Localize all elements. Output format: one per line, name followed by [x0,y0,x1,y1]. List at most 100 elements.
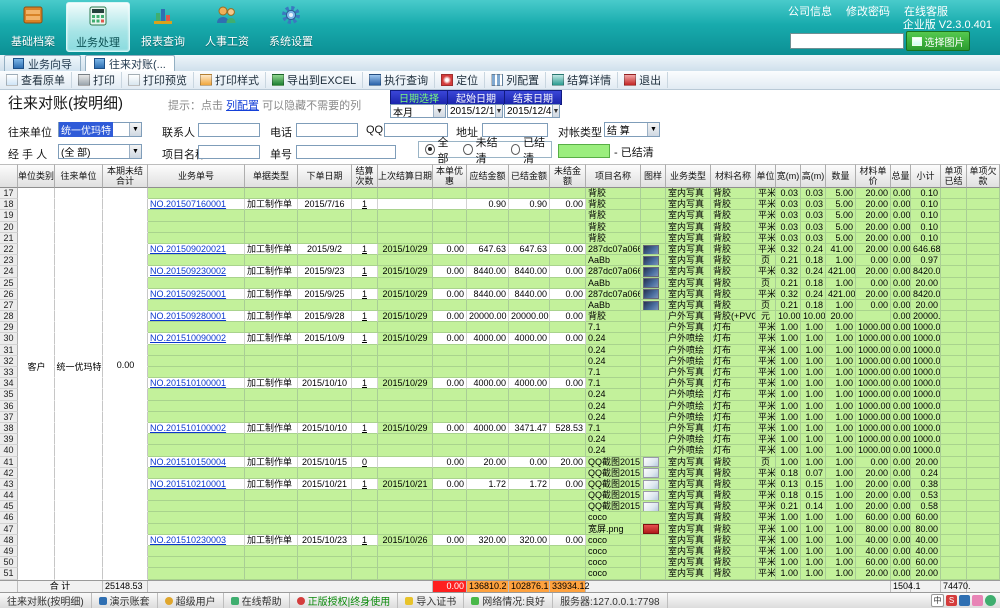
column-header-17[interactable]: 单位 [756,164,776,188]
keyboard-icon[interactable] [959,595,970,606]
cell-order[interactable]: NO.201509250001 [148,289,245,300]
phone-input[interactable] [296,123,358,137]
column-header-21[interactable]: 材料单价 [856,164,891,188]
chevron-down-icon[interactable]: ▼ [129,145,141,158]
chevron-down-icon[interactable]: ▼ [129,123,141,136]
status-online-help[interactable]: 在线帮助 [224,593,290,608]
cell-po [967,512,1000,523]
column-header-8[interactable]: 上次结算日期 [378,164,433,188]
nav-hr-payroll[interactable]: 人事工资 [196,2,258,50]
cell-order[interactable]: NO.201510100002 [148,423,245,434]
column-header-13[interactable]: 项目名称 [586,164,641,188]
column-header-1[interactable]: 单位类别 [18,164,55,188]
cell-times[interactable]: 1 [352,535,378,546]
contact-input[interactable] [198,123,260,137]
change-password-link[interactable]: 修改密码 [846,3,890,19]
column-header-23[interactable]: 小计 [911,164,941,188]
cell-order[interactable]: NO.201509020021 [148,244,245,255]
end-date-select[interactable]: 2015/12/4▼ [504,104,560,118]
column-header-20[interactable]: 数量 [826,164,856,188]
toolbar-button-8[interactable]: 结算详情 [546,72,618,88]
cell-times[interactable]: 1 [352,289,378,300]
column-header-24[interactable]: 单项已结 [941,164,967,188]
toolbar-button-1[interactable]: 打印 [72,72,122,88]
column-header-2[interactable]: 往来单位 [55,164,103,188]
column-header-22[interactable]: 总量 [891,164,911,188]
chevron-down-icon[interactable]: ▼ [647,123,659,136]
end-date-header[interactable]: 结束日期 [504,90,562,105]
status-import-cert[interactable]: 导入证书 [398,593,464,608]
cell-times[interactable]: 1 [352,311,378,322]
column-header-7[interactable]: 结算 次数 [352,164,378,188]
column-header-0[interactable] [0,164,18,188]
chevron-down-icon[interactable]: ▼ [495,105,503,117]
column-header-11[interactable]: 已结金额 [509,164,550,188]
column-config-link[interactable]: 列配置 [226,100,259,112]
cell-times[interactable]: 1 [352,378,378,389]
toolbar-button-2[interactable]: 打印预览 [122,72,194,88]
sogou-icon[interactable]: S [946,595,957,606]
unit-select[interactable]: 统一优玛特 ▼ [58,122,142,137]
select-image-button[interactable]: 选择图片 [906,31,970,51]
tab-reconciliation[interactable]: 往来对账(... [85,55,175,71]
tab-business-wizard[interactable]: 业务向导 [4,55,81,71]
column-header-19[interactable]: 高(m) [801,164,826,188]
nav-reports[interactable]: 报表查询 [132,2,194,50]
column-header-18[interactable]: 宽(m) [776,164,801,188]
cell-times[interactable]: 1 [352,266,378,277]
messenger-icon[interactable] [972,595,983,606]
nav-system-settings[interactable]: 系统设置 [260,2,322,50]
chinese-input-icon[interactable]: 中 [931,594,944,607]
cell-times[interactable]: 1 [352,244,378,255]
radio-unsettled[interactable]: 未结清 [463,134,504,166]
column-header-4[interactable]: 业务单号 [148,164,245,188]
cell-order[interactable]: NO.201507160001 [148,199,245,210]
security-icon[interactable] [985,595,996,606]
toolbar-button-0[interactable]: 查看原单 [0,72,72,88]
column-header-6[interactable]: 下单日期 [298,164,352,188]
chevron-down-icon[interactable]: ▼ [433,105,445,117]
cell-price: 1000.00 [856,378,891,389]
toolbar-button-7[interactable]: 列配置 [485,72,546,88]
cell-times[interactable]: 1 [352,199,378,210]
cell-times[interactable]: 1 [352,333,378,344]
column-header-25[interactable]: 单项欠款 [967,164,1000,188]
cell-order[interactable]: NO.201510090002 [148,333,245,344]
project-input[interactable] [198,145,260,159]
column-header-10[interactable]: 应结金额 [467,164,509,188]
handler-select[interactable]: (全 部) ▼ [58,144,142,159]
toolbar-button-6[interactable]: 定位 [435,72,485,88]
toolbar-button-5[interactable]: 执行查询 [363,72,435,88]
toolbar-button-9[interactable]: 退出 [618,72,668,88]
cell-order[interactable]: NO.201510150004 [148,457,245,468]
cell-times[interactable]: 1 [352,479,378,490]
cell-times[interactable]: 0 [352,457,378,468]
account-type-select[interactable]: 结 算 ▼ [604,122,660,137]
column-header-12[interactable]: 未结金额 [550,164,586,188]
toolbar-button-4[interactable]: 导出到EXCEL [266,72,363,88]
column-header-3[interactable]: 本期未结 合计 [103,164,148,188]
cell-order[interactable]: NO.201510210001 [148,479,245,490]
column-header-9[interactable]: 本单优惠 [433,164,467,188]
column-header-15[interactable]: 业务类型 [666,164,711,188]
start-date-header[interactable]: 起始日期 [447,90,505,105]
column-header-5[interactable]: 单据类型 [245,164,298,188]
radio-settled[interactable]: 已结清 [511,134,552,166]
company-info-link[interactable]: 公司信息 [788,3,832,19]
cell-times[interactable]: 1 [352,423,378,434]
toolbar-button-3[interactable]: 打印样式 [194,72,266,88]
chevron-down-icon[interactable]: ▼ [552,105,560,117]
cell-order[interactable]: NO.201509230002 [148,266,245,277]
radio-all[interactable]: 全部 [425,134,456,166]
order-no-input[interactable] [296,145,396,159]
column-header-16[interactable]: 材料名称 [711,164,756,188]
image-search-input[interactable] [790,33,904,49]
cell-order[interactable]: NO.201509280001 [148,311,245,322]
cell-order[interactable]: NO.201510230003 [148,535,245,546]
cell-order[interactable]: NO.201510100001 [148,378,245,389]
column-header-14[interactable]: 图样 [641,164,666,188]
start-date-select[interactable]: 2015/12/1▼ [447,104,503,118]
nav-basic-archive[interactable]: 基础档案 [2,2,64,50]
nav-business-processing[interactable]: 业务处理 [66,2,130,52]
period-select[interactable]: 本月▼ [390,104,446,118]
